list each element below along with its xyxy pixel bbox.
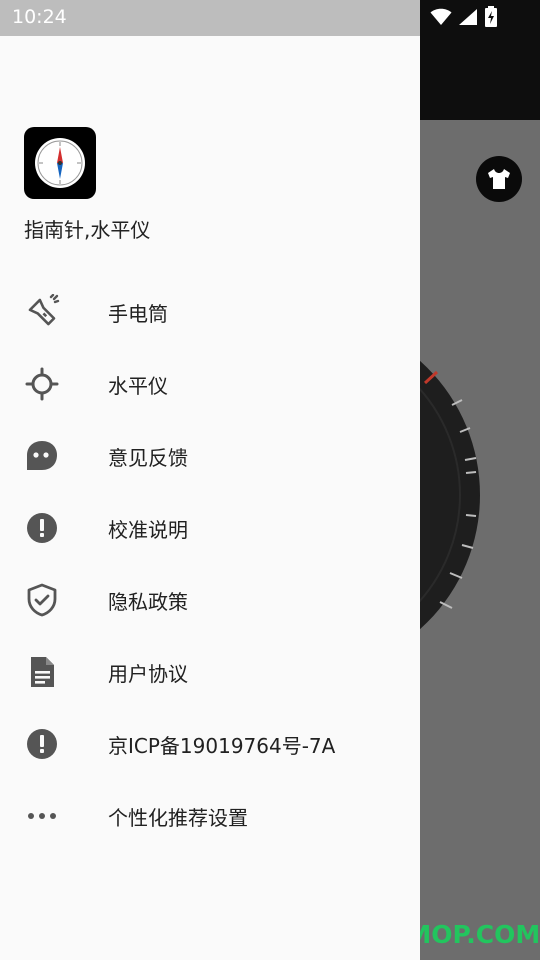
menu-item-recommendation-settings[interactable]: 个性化推荐设置 (0, 780, 420, 852)
document-icon (24, 654, 60, 690)
menu-item-label: 水平仪 (108, 373, 168, 398)
menu-item-user-agreement[interactable]: 用户协议 (0, 636, 420, 708)
signal-icon (459, 9, 477, 25)
menu-item-label: 校准说明 (108, 517, 188, 542)
battery-charging-icon (485, 6, 497, 27)
drawer-menu: 手电筒 水平仪 意见反馈 校准说明 隐私政策 用户协议 京ICP备1901976… (0, 276, 420, 852)
navigation-drawer: 指南针,水平仪 手电筒 水平仪 意见反馈 校准说明 隐私政策 用户协议 京ICP… (0, 36, 420, 960)
flashlight-icon (24, 294, 60, 330)
info-alert-icon (24, 726, 60, 762)
menu-item-label: 用户协议 (108, 661, 188, 686)
menu-item-icp[interactable]: 京ICP备19019764号-7A (0, 708, 420, 780)
status-time: 10:24 (12, 6, 67, 28)
menu-item-label: 意见反馈 (108, 445, 188, 470)
menu-item-privacy[interactable]: 隐私政策 (0, 564, 420, 636)
tshirt-icon (488, 169, 510, 189)
app-name: 指南针,水平仪 (24, 218, 151, 242)
app-logo (24, 127, 96, 199)
menu-item-calibration[interactable]: 校准说明 (0, 492, 420, 564)
menu-item-feedback[interactable]: 意见反馈 (0, 420, 420, 492)
more-horiz-icon (24, 798, 60, 834)
wifi-icon (430, 8, 452, 25)
crosshair-icon (24, 366, 60, 402)
menu-item-label: 手电筒 (108, 301, 168, 326)
status-bar: 10:24 (0, 0, 540, 36)
menu-item-label: 隐私政策 (108, 589, 188, 614)
menu-item-flashlight[interactable]: 手电筒 (0, 276, 420, 348)
compass-icon (35, 138, 85, 188)
shield-check-icon (24, 582, 60, 618)
info-alert-icon (24, 510, 60, 546)
theme-button[interactable] (476, 156, 522, 202)
menu-item-label: 京ICP备19019764号-7A (108, 733, 336, 758)
menu-item-label: 个性化推荐设置 (108, 805, 248, 830)
feedback-icon (24, 438, 60, 474)
menu-item-level[interactable]: 水平仪 (0, 348, 420, 420)
